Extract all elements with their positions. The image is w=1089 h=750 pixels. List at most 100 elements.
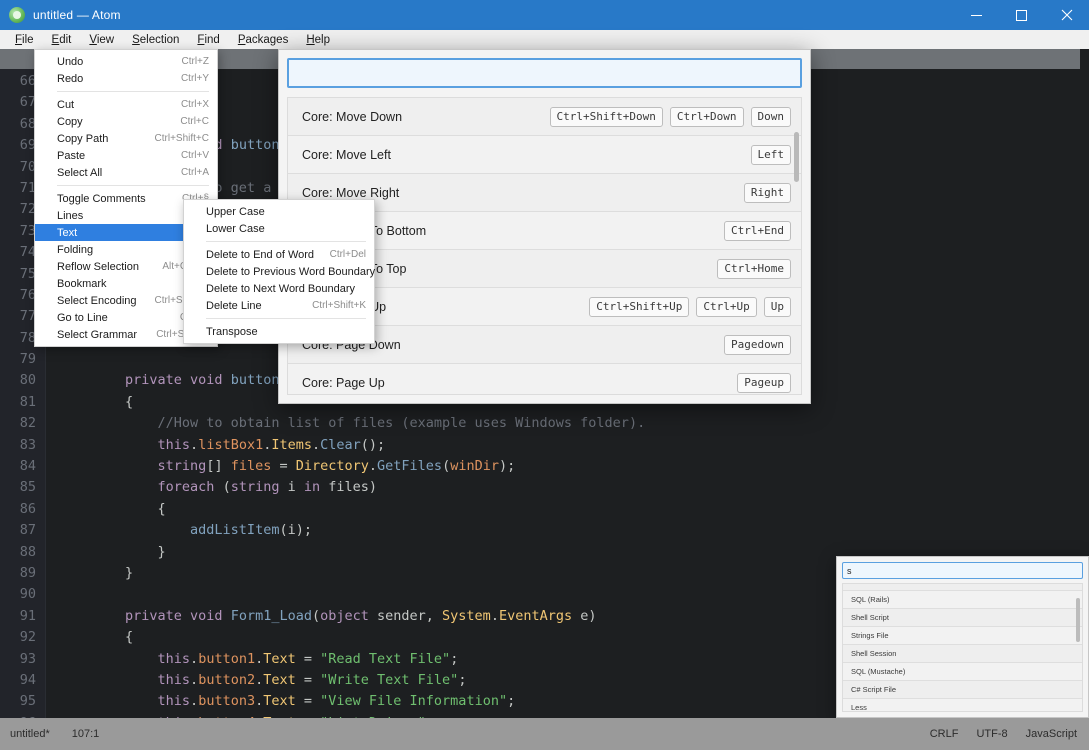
- status-file-name[interactable]: untitled*: [10, 728, 50, 740]
- line-number: 81: [19, 393, 36, 410]
- code-line: addListItem(i);: [60, 522, 312, 539]
- text-submenu-item-separator: [206, 241, 366, 242]
- command-palette-row[interactable]: Core: Page Up Pageup: [288, 364, 801, 394]
- command-palette-row[interactable]: Core: Move Left Left: [288, 136, 801, 174]
- command-palette-row[interactable]: Core: Move Down Ctrl+Shift+Down Ctrl+Down D…: [288, 98, 801, 136]
- minimize-button[interactable]: [954, 0, 999, 30]
- command-palette-input[interactable]: [287, 58, 802, 88]
- menu-item-label: Redo: [57, 72, 84, 85]
- menubar-item-view[interactable]: View: [80, 31, 123, 49]
- keybinding-chip: Left: [750, 144, 791, 165]
- window-title: untitled — Atom: [33, 8, 121, 22]
- menu-item-shortcut: Ctrl+C: [180, 116, 209, 127]
- text-submenu-item-separator: [206, 318, 366, 319]
- menu-item-label: Cut: [57, 98, 75, 111]
- keybinding-group: Ctrl+Shift+Up Ctrl+Up Up: [589, 296, 791, 317]
- grammar-row-partial[interactable]: [843, 584, 1082, 591]
- status-cursor-position[interactable]: 107:1: [72, 728, 100, 740]
- status-grammar[interactable]: JavaScript: [1026, 728, 1077, 740]
- grammar-row[interactable]: SQL (Rails): [843, 591, 1082, 609]
- line-number: 66: [19, 73, 36, 89]
- menubar-item-find[interactable]: Find: [188, 31, 228, 49]
- menu-item-label: Reflow Selection: [57, 260, 139, 273]
- line-number: 73: [19, 222, 36, 239]
- line-number: 94: [19, 671, 36, 688]
- grammar-selector[interactable]: SQL (Rails)Shell ScriptStrings FileShell…: [836, 556, 1089, 718]
- keybinding-group: Right: [743, 182, 791, 203]
- menu-item-shortcut: Ctrl+A: [180, 167, 209, 178]
- menu-item-shortcut: Ctrl+Del: [329, 249, 366, 260]
- menu-item-shortcut: Ctrl+Z: [181, 56, 210, 67]
- atom-window: untitled — Atom File Edit View Selection Fin…: [0, 0, 1089, 750]
- grammar-selector-scrollbar[interactable]: [1076, 598, 1080, 642]
- menu-item-label: Delete to Previous Word Boundary: [206, 265, 376, 278]
- keybinding-chip: Ctrl+Up: [696, 296, 757, 317]
- edit-menu-item-redo[interactable]: Redo Ctrl+Y: [35, 70, 217, 87]
- line-number: 75: [19, 265, 36, 282]
- line-number: 91: [19, 607, 36, 624]
- edit-menu-item-separator: [57, 91, 209, 92]
- keybinding-group: Ctrl+Home: [717, 258, 791, 279]
- menu-item-label: Select Encoding: [57, 294, 137, 307]
- menubar-item-packages[interactable]: Packages: [229, 31, 298, 49]
- keybinding-chip: Ctrl+Down: [669, 106, 744, 127]
- line-number: 79: [19, 351, 36, 368]
- menu-item-label: Folding: [57, 243, 94, 256]
- command-label: Core: Move Down: [302, 109, 403, 124]
- menu-item-label: Undo: [57, 55, 84, 68]
- line-number: 86: [19, 500, 36, 517]
- keybinding-group: Ctrl+End: [724, 220, 791, 241]
- edit-menu-item-paste[interactable]: Paste Ctrl+V: [35, 147, 217, 164]
- menu-item-label: Paste: [57, 149, 86, 162]
- keybinding-chip: Ctrl+Shift+Down: [549, 106, 663, 127]
- grammar-row[interactable]: Shell Session: [843, 645, 1082, 663]
- menubar-item-help[interactable]: Help: [297, 31, 339, 49]
- menubar-item-selection[interactable]: Selection: [123, 31, 188, 49]
- keybinding-group: Left: [750, 144, 791, 165]
- line-number: 89: [19, 564, 36, 581]
- line-number: 87: [19, 522, 36, 539]
- status-line-ending[interactable]: CRLF: [930, 728, 959, 740]
- status-encoding[interactable]: UTF-8: [976, 728, 1007, 740]
- keybinding-chip: Ctrl+Shift+Up: [589, 296, 690, 317]
- grammar-row[interactable]: Shell Script: [843, 609, 1082, 627]
- edit-menu-item-copy-path[interactable]: Copy Path Ctrl+Shift+C: [35, 130, 217, 147]
- menu-item-label: Lower Case: [206, 222, 265, 235]
- close-button[interactable]: [1044, 0, 1089, 30]
- line-number: 72: [19, 201, 36, 218]
- grammar-row[interactable]: SQL (Mustache): [843, 663, 1082, 681]
- grammar-row[interactable]: Strings File: [843, 627, 1082, 645]
- edit-menu-item-cut[interactable]: Cut Ctrl+X: [35, 96, 217, 113]
- edit-menu-item-select-all[interactable]: Select All Ctrl+A: [35, 164, 217, 181]
- code-line: this.listBox1.Items.Clear();: [60, 436, 386, 453]
- grammar-row[interactable]: Less: [843, 699, 1082, 711]
- menubar-item-file[interactable]: File: [6, 31, 43, 49]
- text-submenu-item-delete-to-next-word-boundary[interactable]: Delete to Next Word Boundary: [184, 280, 374, 297]
- text-submenu-item-delete-to-previous-word-boundary[interactable]: Delete to Previous Word Boundary: [184, 263, 376, 280]
- edit-menu-item-undo[interactable]: Undo Ctrl+Z: [35, 53, 217, 70]
- grammar-selector-input[interactable]: [842, 562, 1083, 579]
- code-line: foreach (string i in files): [60, 479, 378, 496]
- line-number: 90: [19, 586, 36, 603]
- text-submenu-item-lower-case[interactable]: Lower Case: [184, 220, 374, 237]
- menu-item-label: Upper Case: [206, 205, 265, 218]
- command-palette-scrollbar[interactable]: [794, 132, 799, 182]
- text-submenu-item-delete-line[interactable]: Delete Line Ctrl+Shift+K: [184, 297, 374, 314]
- menu-item-label: Transpose: [206, 325, 258, 338]
- grammar-row[interactable]: C# Script File: [843, 681, 1082, 699]
- text-submenu[interactable]: Upper Case Lower Case Delete to End of Wor…: [183, 199, 375, 344]
- menu-item-label: Toggle Comments: [57, 192, 146, 205]
- menu-item-label: Copy Path: [57, 132, 109, 145]
- grammar-selector-list[interactable]: SQL (Rails) Shell Script Strings File Shell…: [842, 583, 1083, 712]
- menu-item-label: Copy: [57, 115, 83, 128]
- text-submenu-item-transpose[interactable]: Transpose: [184, 323, 374, 340]
- menubar-item-edit[interactable]: Edit: [43, 31, 81, 49]
- text-submenu-item-upper-case[interactable]: Upper Case: [184, 203, 374, 220]
- close-icon: [1061, 9, 1072, 21]
- text-submenu-item-delete-to-end-of-word[interactable]: Delete to End of Word Ctrl+Del: [184, 246, 374, 263]
- minimize-icon: [971, 14, 982, 16]
- menu-item-label: Text: [57, 226, 78, 239]
- atom-icon: [9, 7, 25, 23]
- edit-menu-item-copy[interactable]: Copy Ctrl+C: [35, 113, 217, 130]
- maximize-button[interactable]: [999, 0, 1044, 30]
